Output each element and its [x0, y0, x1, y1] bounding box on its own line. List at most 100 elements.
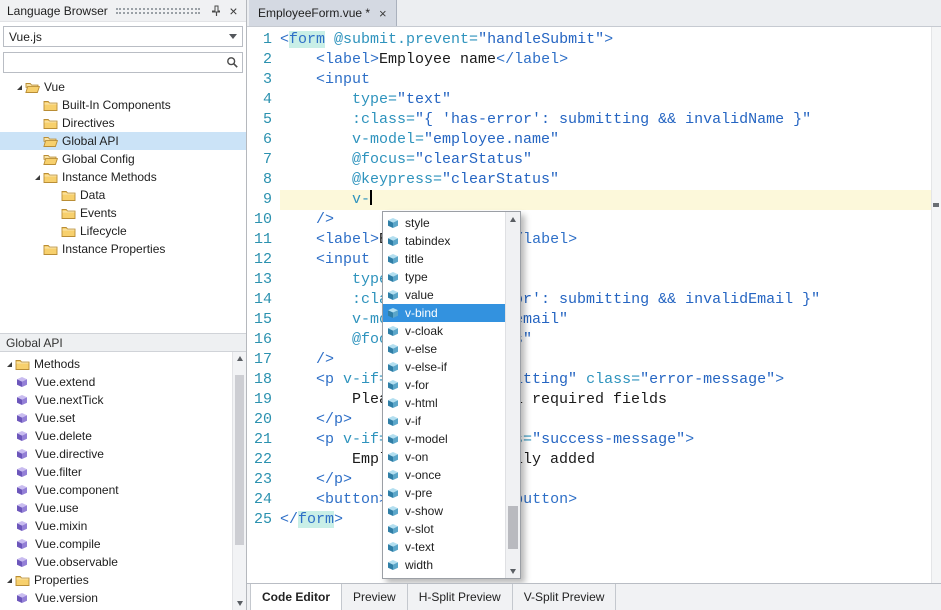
panel-close-button[interactable]: ×	[225, 2, 242, 19]
autocomplete-item-v-model[interactable]: v-model	[383, 430, 505, 448]
expander-icon[interactable]	[14, 83, 25, 92]
code-line-5[interactable]: 5 :class="{ 'has-error': submitting && i…	[247, 110, 931, 130]
tab-employeeform-vue[interactable]: EmployeeForm.vue * ×	[249, 0, 397, 26]
detail-item-vue-mixin[interactable]: Vue.mixin	[0, 517, 230, 535]
tree-item-global-config[interactable]: Global Config	[0, 150, 246, 168]
autocomplete-item-v-for[interactable]: v-for	[383, 376, 505, 394]
code-line-8[interactable]: 8 @keypress="clearStatus"	[247, 170, 931, 190]
scroll-up-arrow-icon[interactable]	[233, 352, 246, 365]
tree-item-events[interactable]: Events	[0, 204, 246, 222]
tree-item-built-in-components[interactable]: Built-In Components	[0, 96, 246, 114]
autocomplete-item-v-cloak[interactable]: v-cloak	[383, 322, 505, 340]
code-line-13[interactable]: 13 type="text"	[247, 270, 931, 290]
detail-item-vue-observable[interactable]: Vue.observable	[0, 553, 230, 571]
detail-item-vue-use[interactable]: Vue.use	[0, 499, 230, 517]
code-line-11[interactable]: 11 <label>Employee email</label>	[247, 230, 931, 250]
bottom-tab-v-split-preview[interactable]: V-Split Preview	[513, 584, 617, 610]
scroll-down-arrow-icon[interactable]	[233, 597, 246, 610]
autocomplete-item-value[interactable]: value	[383, 286, 505, 304]
code-line-19[interactable]: 19 Please fill out all required fields	[247, 390, 931, 410]
autocomplete-item-v-pre[interactable]: v-pre	[383, 484, 505, 502]
code-line-14[interactable]: 14 :class="{ 'has-error': submitting && …	[247, 290, 931, 310]
tree-item-global-api[interactable]: Global API	[0, 132, 246, 150]
search-icon[interactable]	[222, 53, 242, 72]
detail-item-vue-filter[interactable]: Vue.filter	[0, 463, 230, 481]
autocomplete-item-title[interactable]: title	[383, 250, 505, 268]
line-content: </form>	[280, 510, 931, 530]
editor-scrollbar[interactable]	[931, 27, 941, 583]
detail-scrollbar[interactable]	[232, 352, 246, 610]
tree-item-directives[interactable]: Directives	[0, 114, 246, 132]
code-line-25[interactable]: 25</form>	[247, 510, 931, 530]
autocomplete-item-v-bind[interactable]: v-bind	[383, 304, 505, 322]
expander-icon[interactable]	[32, 173, 43, 182]
autocomplete-item-v-slot[interactable]: v-slot	[383, 520, 505, 538]
autocomplete-item-v-once[interactable]: v-once	[383, 466, 505, 484]
code-line-18[interactable]: 18 <p v-if="error && submitting" class="…	[247, 370, 931, 390]
bottom-tab-preview[interactable]: Preview	[342, 584, 408, 610]
detail-item-vue-nexttick[interactable]: Vue.nextTick	[0, 391, 230, 409]
code-line-4[interactable]: 4 type="text"	[247, 90, 931, 110]
bottom-tab-h-split-preview[interactable]: H-Split Preview	[408, 584, 513, 610]
code-editor[interactable]: 1<form @submit.prevent="handleSubmit">2 …	[247, 27, 941, 583]
pin-icon[interactable]	[208, 2, 225, 19]
code-line-2[interactable]: 2 <label>Employee name</label>	[247, 50, 931, 70]
detail-item-properties[interactable]: Properties	[0, 571, 230, 589]
scroll-down-arrow-icon[interactable]	[506, 564, 520, 578]
code-line-17[interactable]: 17 />	[247, 350, 931, 370]
code-line-9[interactable]: 9 v-	[247, 190, 931, 210]
bottom-tab-code-editor[interactable]: Code Editor	[250, 584, 342, 610]
drag-handle[interactable]	[116, 8, 200, 14]
autocomplete-item-label: v-model	[405, 432, 448, 446]
code-line-3[interactable]: 3 <input	[247, 70, 931, 90]
autocomplete-item-type[interactable]: type	[383, 268, 505, 286]
autocomplete-item-tabindex[interactable]: tabindex	[383, 232, 505, 250]
search-input[interactable]	[4, 53, 222, 72]
code-line-12[interactable]: 12 <input	[247, 250, 931, 270]
tree-item-instance-properties[interactable]: Instance Properties	[0, 240, 246, 258]
autocomplete-item-v-show[interactable]: v-show	[383, 502, 505, 520]
detail-item-label: Vue.set	[35, 411, 81, 425]
chevron-down-icon[interactable]	[224, 27, 242, 46]
expander-icon[interactable]	[4, 576, 15, 585]
tree-item-data[interactable]: Data	[0, 186, 246, 204]
code-line-23[interactable]: 23 </p>	[247, 470, 931, 490]
detail-item-methods[interactable]: Methods	[0, 355, 230, 373]
detail-scrollbar-thumb[interactable]	[235, 375, 244, 545]
autocomplete-item-v-html[interactable]: v-html	[383, 394, 505, 412]
code-line-10[interactable]: 10 />	[247, 210, 931, 230]
tab-close-icon[interactable]: ×	[379, 7, 387, 20]
detail-item-vue-extend[interactable]: Vue.extend	[0, 373, 230, 391]
scroll-up-arrow-icon[interactable]	[506, 212, 520, 226]
autocomplete-item-width[interactable]: width	[383, 556, 505, 574]
detail-item-vue-compile[interactable]: Vue.compile	[0, 535, 230, 553]
autocomplete-scrollbar[interactable]	[505, 212, 520, 578]
autocomplete-item-style[interactable]: style	[383, 214, 505, 232]
code-line-16[interactable]: 16 @focus="clearStatus"	[247, 330, 931, 350]
tree-item-lifecycle[interactable]: Lifecycle	[0, 222, 246, 240]
code-line-1[interactable]: 1<form @submit.prevent="handleSubmit">	[247, 30, 931, 50]
language-dropdown[interactable]: Vue.js	[3, 26, 243, 47]
autocomplete-item-v-text[interactable]: v-text	[383, 538, 505, 556]
detail-item-vue-delete[interactable]: Vue.delete	[0, 427, 230, 445]
tree-item-instance-methods[interactable]: Instance Methods	[0, 168, 246, 186]
detail-item-vue-version[interactable]: Vue.version	[0, 589, 230, 607]
code-line-24[interactable]: 24 <button>Add Employee</button>	[247, 490, 931, 510]
autocomplete-item-v-on[interactable]: v-on	[383, 448, 505, 466]
autocomplete-item-v-else-if[interactable]: v-else-if	[383, 358, 505, 376]
code-line-7[interactable]: 7 @focus="clearStatus"	[247, 150, 931, 170]
code-line-20[interactable]: 20 </p>	[247, 410, 931, 430]
code-line-6[interactable]: 6 v-model="employee.name"	[247, 130, 931, 150]
detail-item-vue-component[interactable]: Vue.component	[0, 481, 230, 499]
detail-item-vue-set[interactable]: Vue.set	[0, 409, 230, 427]
expander-icon[interactable]	[4, 360, 15, 369]
code-line-21[interactable]: 21 <p v-if="success" class="success-mess…	[247, 430, 931, 450]
line-content: @keypress="clearStatus"	[280, 170, 931, 190]
detail-item-vue-directive[interactable]: Vue.directive	[0, 445, 230, 463]
autocomplete-scrollbar-thumb[interactable]	[508, 506, 518, 549]
code-line-22[interactable]: 22 Employee successfully added	[247, 450, 931, 470]
autocomplete-item-v-if[interactable]: v-if	[383, 412, 505, 430]
tree-item-vue[interactable]: Vue	[0, 78, 246, 96]
code-line-15[interactable]: 15 v-model="employee.email"	[247, 310, 931, 330]
autocomplete-item-v-else[interactable]: v-else	[383, 340, 505, 358]
